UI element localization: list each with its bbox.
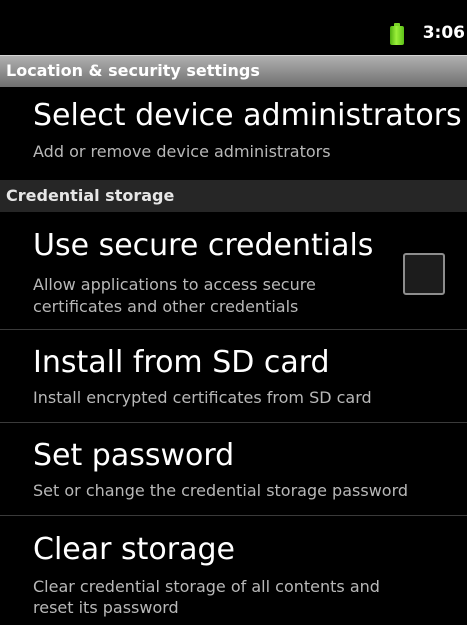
item-summary-line-1: Allow applications to access secure — [33, 275, 316, 294]
item-summary: Install encrypted certificates from SD c… — [33, 388, 372, 407]
item-summary-line-2: reset its password — [33, 598, 179, 617]
item-title: Use secure credentials — [33, 228, 374, 263]
set-password-item[interactable]: Set password Set or change the credentia… — [0, 423, 467, 516]
title-bar: Location & security settings — [0, 55, 467, 87]
page-title: Location & security settings — [6, 61, 260, 80]
use-secure-credentials-checkbox[interactable] — [403, 253, 445, 295]
status-bar: 3:06 — [0, 0, 467, 55]
clear-storage-item[interactable]: Clear storage Clear credential storage o… — [0, 516, 467, 625]
item-title: Install from SD card — [33, 345, 330, 380]
item-summary-line-1: Clear credential storage of all contents… — [33, 577, 380, 596]
item-summary-line-2: certificates and other credentials — [33, 297, 299, 316]
item-summary: Add or remove device administrators — [33, 142, 331, 161]
use-secure-credentials-item[interactable]: Use secure credentials Allow application… — [0, 212, 467, 330]
select-device-admins-item[interactable]: Select device administrators Add or remo… — [0, 87, 467, 180]
item-summary: Set or change the credential storage pas… — [33, 481, 409, 500]
category-label: Credential storage — [6, 186, 175, 205]
status-clock: 3:06 — [422, 23, 465, 43]
category-header-credential-storage: Credential storage — [0, 180, 467, 212]
item-title: Clear storage — [33, 532, 235, 567]
item-title: Set password — [33, 438, 235, 473]
battery-full-icon — [390, 23, 404, 45]
install-from-sd-card-item[interactable]: Install from SD card Install encrypted c… — [0, 330, 467, 423]
item-title: Select device administrators — [33, 98, 462, 133]
